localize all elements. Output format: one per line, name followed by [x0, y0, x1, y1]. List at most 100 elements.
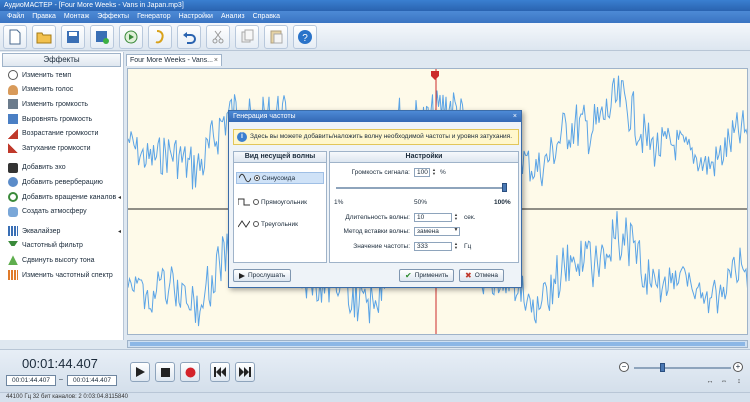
scale-max: 100% [494, 199, 511, 206]
skip-back-button[interactable] [210, 362, 230, 382]
stop-icon [160, 367, 170, 377]
effects-sidebar: Эффекты Изменить темп Изменить голос Изм… [0, 52, 124, 340]
sidebar-item-spectrum[interactable]: Изменить частотный спектр [0, 268, 123, 283]
transport-panel: 00:01:44.407 00:01:44.407 – 00:01:44.407… [0, 349, 750, 392]
zoom-selection-icon[interactable]: ⇔ [718, 378, 730, 388]
pitch-icon [8, 255, 18, 266]
duration-input[interactable]: 10 [414, 213, 452, 222]
menu-effects[interactable]: Эффекты [93, 11, 133, 23]
copy-icon [241, 29, 254, 42]
radio-triangle[interactable] [253, 221, 259, 227]
toolbar: ? [0, 23, 750, 51]
sidebar-item-equalizer[interactable]: Эквалайзер ◂ [0, 224, 123, 239]
selection-end-field[interactable]: 00:01:44.407 [67, 375, 117, 386]
frequency-spinner-icon[interactable]: ▲ ▼ [453, 242, 459, 251]
undo-icon [183, 31, 196, 44]
zoom-all-icon[interactable]: ↕ [733, 378, 745, 388]
info-icon: i [237, 132, 247, 142]
play-button[interactable] [130, 362, 150, 382]
sidebar-item-fade-in[interactable]: Возрастание громкости [0, 126, 123, 141]
fade-in-icon [8, 128, 18, 139]
zoom-slider-thumb[interactable] [660, 363, 665, 372]
menu-edit[interactable]: Правка [28, 11, 60, 23]
menu-generator[interactable]: Генератор [133, 11, 175, 23]
cancel-button[interactable]: ✖ Отмена [459, 269, 505, 282]
equalizer-icon [8, 226, 18, 237]
sidebar-item-echo[interactable]: Добавить эхо [0, 161, 123, 176]
current-time: 00:01:44.407 [22, 356, 98, 371]
duration-spinner-icon[interactable]: ▲ ▼ [453, 213, 459, 222]
levels-icon [8, 114, 18, 125]
open-button[interactable] [32, 24, 56, 49]
play-icon [136, 367, 145, 377]
frequency-generator-dialog: Генерация частоты × i Здесь вы можете до… [228, 110, 522, 288]
sidebar-item-tempo[interactable]: Изменить темп [0, 68, 123, 83]
scale-min: 1% [334, 199, 344, 206]
volume-slider-thumb[interactable] [502, 183, 507, 192]
zoom-fit-icon[interactable]: ↔ [704, 378, 716, 388]
sidebar-item-volume[interactable]: Изменить громкость [0, 97, 123, 112]
wave-option-sine[interactable]: Синусоида [236, 172, 324, 184]
save-button[interactable] [61, 24, 85, 49]
sidebar-item-reverb[interactable]: Добавить реверберацию [0, 175, 123, 190]
menu-help[interactable]: Справка [249, 11, 284, 23]
status-bar: 44100 Гц 32 бит каналов: 2 0:03:04.81158… [0, 392, 750, 402]
horizontal-scrollbar[interactable] [127, 340, 748, 348]
close-icon[interactable]: × [214, 55, 218, 66]
listen-button[interactable]: Прослушать [233, 269, 292, 282]
save-as-icon [96, 30, 109, 44]
wave-option-square[interactable]: Прямоугольник [238, 196, 307, 208]
tab-audio-file[interactable]: Four More Weeks - Vans... × [126, 54, 222, 66]
sidebar-item-atmosphere[interactable]: Создать атмосферу [0, 204, 123, 219]
apply-button[interactable]: ✔ Применить [399, 269, 455, 282]
selection-start-field[interactable]: 00:01:44.407 [6, 375, 56, 386]
skip-forward-icon [239, 367, 251, 377]
chevron-down-icon[interactable]: ▼ [453, 228, 459, 237]
play-from-button[interactable] [148, 24, 172, 49]
sidebar-item-fade-out[interactable]: Затухание громкости [0, 141, 123, 156]
radio-sine[interactable] [254, 175, 260, 181]
wave-option-triangle[interactable]: Треугольник [238, 218, 298, 230]
sidebar-item-normalize[interactable]: Выровнять громкость [0, 112, 123, 127]
copy-button[interactable] [235, 24, 259, 49]
duration-label: Длительность волны: [345, 214, 410, 221]
sidebar-item-pitch-shift[interactable]: Сдвинуть высоту тона [0, 253, 123, 268]
skip-forward-button[interactable] [235, 362, 255, 382]
radio-square[interactable] [253, 199, 259, 205]
duration-unit: сек. [464, 214, 476, 221]
volume-spinner-icon[interactable]: ▲ ▼ [431, 168, 437, 177]
scrollbar-thumb[interactable] [130, 342, 745, 346]
menu-file[interactable]: Файл [3, 11, 28, 23]
volume-input[interactable]: 100 [414, 168, 430, 177]
menu-analysis[interactable]: Анализ [217, 11, 249, 23]
cut-icon [212, 30, 224, 43]
sidebar-item-channel-rotate[interactable]: Добавить вращение каналов ◂ [0, 190, 123, 205]
play-from-icon [155, 29, 164, 43]
help-button[interactable]: ? [293, 24, 317, 49]
zoom-slider[interactable] [634, 367, 731, 369]
zoom-out-button[interactable]: − [619, 362, 629, 372]
undo-button[interactable] [177, 24, 201, 49]
save-as-button[interactable] [90, 24, 114, 49]
volume-slider[interactable] [336, 187, 506, 189]
atmosphere-icon [8, 206, 18, 217]
sidebar-item-voice[interactable]: Изменить голос [0, 83, 123, 98]
menu-settings[interactable]: Настройки [175, 11, 217, 23]
spectrum-icon [8, 270, 18, 281]
svg-text:?: ? [302, 33, 308, 44]
stop-button[interactable] [155, 362, 175, 382]
paste-button[interactable] [264, 24, 288, 49]
cut-button[interactable] [206, 24, 230, 49]
new-file-button[interactable] [3, 24, 27, 49]
zoom-in-button[interactable]: + [733, 362, 743, 372]
method-label: Метод вставки волны: [343, 228, 410, 235]
dialog-close-icon[interactable]: × [513, 111, 517, 122]
record-button[interactable] [119, 24, 143, 49]
menu-montage[interactable]: Монтаж [60, 11, 93, 23]
frequency-input[interactable]: 333 [414, 242, 452, 251]
help-icon: ? [298, 29, 312, 44]
sine-wave-icon [239, 173, 251, 183]
record-audio-button[interactable] [180, 362, 200, 382]
sidebar-item-frequency-filter[interactable]: Частотный фильтр [0, 239, 123, 254]
cursor-marker-icon[interactable] [430, 71, 440, 81]
